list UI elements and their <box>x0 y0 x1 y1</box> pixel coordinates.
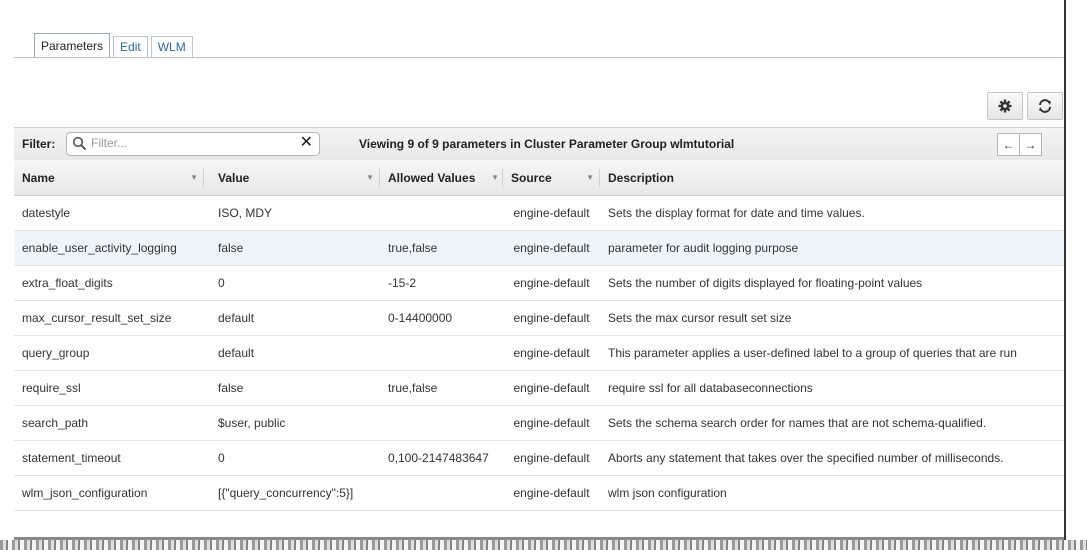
cell-description: require ssl for all databaseconnections <box>600 370 1064 406</box>
cell-description: Sets the schema search order for names t… <box>600 405 1064 441</box>
cell-value: $user, public <box>204 405 380 441</box>
cell-allowed-values: -15-2 <box>380 265 503 301</box>
cell-source: engine-default <box>503 335 600 371</box>
refresh-button[interactable] <box>1027 92 1063 120</box>
cell-description: This parameter applies a user-defined la… <box>600 335 1064 371</box>
cell-allowed-values <box>380 335 503 371</box>
cell-description: Sets the number of digits displayed for … <box>600 265 1064 301</box>
gear-icon <box>998 99 1012 113</box>
column-header-value[interactable]: Value ▼ <box>204 160 380 196</box>
cell-description: Sets the display format for date and tim… <box>600 195 1064 231</box>
cell-source: engine-default <box>503 195 600 231</box>
cell-source: engine-default <box>503 230 600 266</box>
cell-allowed-values: 0-14400000 <box>380 300 503 336</box>
cell-allowed-values: true,false <box>380 370 503 406</box>
cell-name: search_path <box>14 405 204 441</box>
cell-value: default <box>204 335 380 371</box>
refresh-icon <box>1039 99 1051 113</box>
table-row[interactable]: datestyle ISO, MDY engine-default Sets t… <box>14 195 1064 231</box>
table-row[interactable]: extra_float_digits 0 -15-2 engine-defaul… <box>14 265 1064 301</box>
sort-chevron-icon: ▼ <box>491 173 499 182</box>
cell-allowed-values: true,false <box>380 230 503 266</box>
cell-allowed-values <box>380 195 503 231</box>
sort-chevron-icon: ▼ <box>586 173 594 182</box>
tab-edit[interactable]: Edit <box>113 36 148 57</box>
cell-value: 0 <box>204 265 380 301</box>
sort-chevron-icon: ▼ <box>366 173 374 182</box>
cell-allowed-values <box>380 475 503 511</box>
cell-name: require_ssl <box>14 370 204 406</box>
cell-value: default <box>204 300 380 336</box>
filter-label: Filter: <box>22 137 56 151</box>
cell-name: query_group <box>14 335 204 371</box>
cell-value: 0 <box>204 440 380 476</box>
cell-value: false <box>204 230 380 266</box>
cell-description: Aborts any statement that takes over the… <box>600 440 1064 476</box>
sort-chevron-icon: ▼ <box>190 173 198 182</box>
cell-description: Sets the max cursor result set size <box>600 300 1064 336</box>
table-row[interactable]: max_cursor_result_set_size default 0-144… <box>14 300 1064 336</box>
table-row[interactable]: statement_timeout 0 0,100-2147483647 eng… <box>14 440 1064 476</box>
filter-box: ✕ <box>66 132 320 156</box>
search-icon <box>72 136 87 151</box>
table-row[interactable]: query_group default engine-default This … <box>14 335 1064 371</box>
clear-filter-icon[interactable]: ✕ <box>300 135 313 151</box>
settings-button[interactable] <box>987 92 1023 120</box>
column-header-allowed-values[interactable]: Allowed Values ▼ <box>380 160 503 196</box>
cell-source: engine-default <box>503 440 600 476</box>
cell-source: engine-default <box>503 370 600 406</box>
parameter-group-panel: Parameters Edit WLM Filter: Filter... ✕ … <box>4 0 1066 540</box>
cell-allowed-values: 0,100-2147483647 <box>380 440 503 476</box>
cell-source: engine-default <box>503 405 600 441</box>
toolbar <box>14 92 1064 120</box>
cell-description: parameter for audit logging purpose <box>600 230 1064 266</box>
cell-allowed-values <box>380 405 503 441</box>
column-header-name[interactable]: Name ▼ <box>14 160 204 196</box>
cell-name: enable_user_activity_logging <box>14 230 204 266</box>
table-row[interactable]: enable_user_activity_logging false true,… <box>14 230 1064 266</box>
cell-name: datestyle <box>14 195 204 231</box>
column-header-source[interactable]: Source ▼ <box>503 160 600 196</box>
filter-input[interactable] <box>91 135 286 151</box>
tab-parameters[interactable]: Parameters <box>34 33 111 57</box>
table-row[interactable]: search_path $user, public engine-default… <box>14 405 1064 441</box>
cell-name: statement_timeout <box>14 440 204 476</box>
table-header-row: Name ▼ Value ▼ Allowed Values ▼ Source ▼ Des… <box>14 160 1064 196</box>
cell-description: wlm json configuration <box>600 475 1064 511</box>
cell-value: [{"query_concurrency":5}] <box>204 475 380 511</box>
cell-source: engine-default <box>503 475 600 511</box>
tab-wlm[interactable]: WLM <box>150 36 193 57</box>
pager: ← → <box>997 133 1042 156</box>
tab-bar: Parameters Edit WLM <box>34 33 196 57</box>
table-row[interactable]: wlm_json_configuration [{"query_concurre… <box>14 475 1064 511</box>
parameters-table: Name ▼ Value ▼ Allowed Values ▼ Source ▼ Des… <box>14 160 1064 511</box>
cell-value: ISO, MDY <box>204 195 380 231</box>
column-header-description[interactable]: Description <box>600 160 1064 196</box>
cell-source: engine-default <box>503 300 600 336</box>
table-row[interactable]: require_ssl false true,false engine-defa… <box>14 370 1064 406</box>
tab-divider <box>14 57 1064 58</box>
next-page-button[interactable]: → <box>1019 133 1042 156</box>
cell-value: false <box>204 370 380 406</box>
cell-source: engine-default <box>503 265 600 301</box>
prev-page-button[interactable]: ← <box>997 133 1020 156</box>
cell-name: max_cursor_result_set_size <box>14 300 204 336</box>
filter-bar: Filter: ✕ Viewing 9 of 9 parameters in C… <box>14 127 1064 161</box>
torn-edge <box>0 540 1087 550</box>
cell-name: extra_float_digits <box>14 265 204 301</box>
cell-name: wlm_json_configuration <box>14 475 204 511</box>
viewing-count-text: Viewing 9 of 9 parameters in Cluster Par… <box>359 137 735 151</box>
